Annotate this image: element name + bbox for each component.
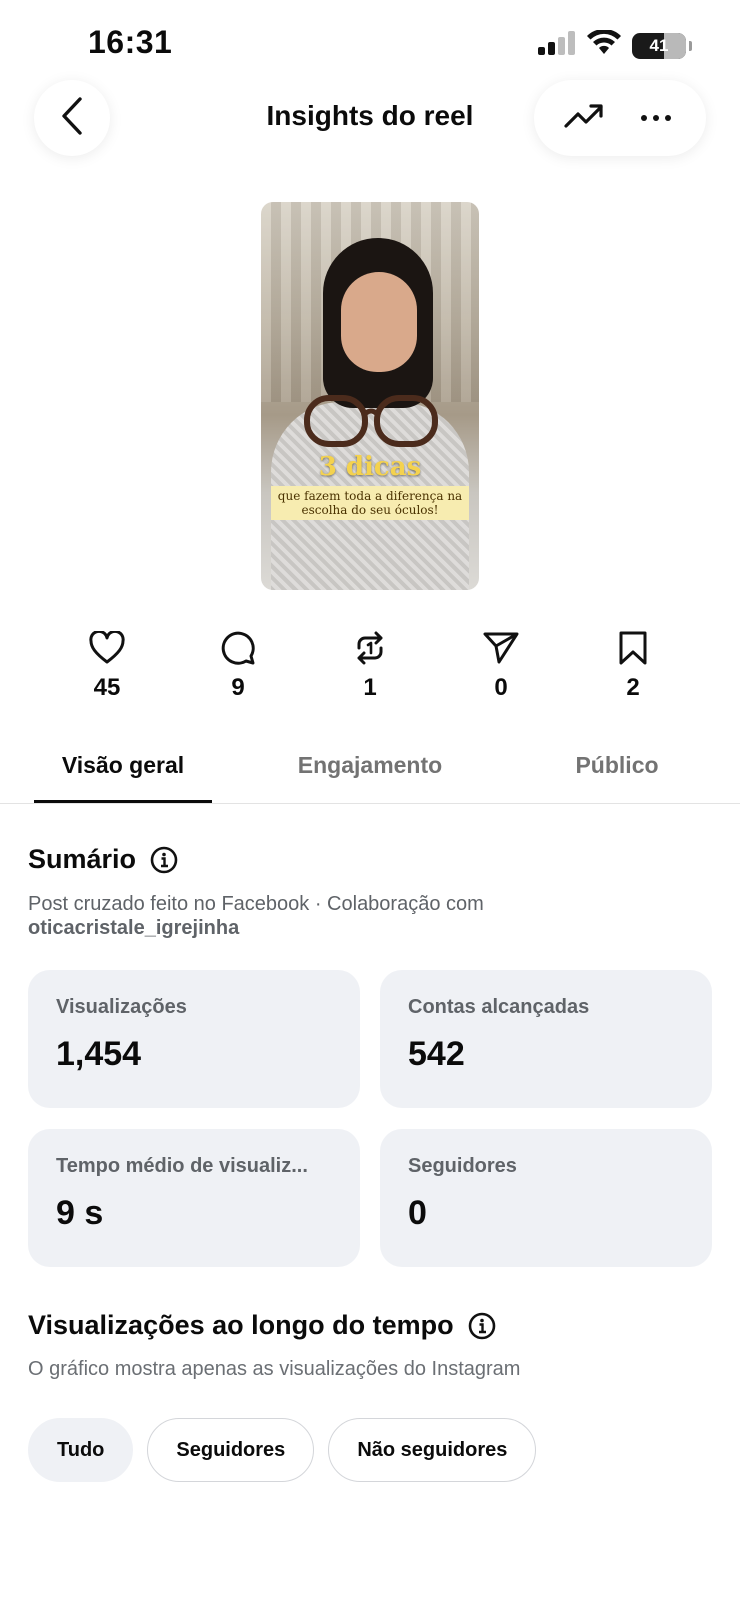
accounts-reached-label: Contas alcançadas [408,996,590,1018]
audience-filter-chips: Tudo Seguidores Não seguidores [28,1418,537,1482]
header: Insights do reel [0,80,740,160]
comments-count: 9 [231,674,245,701]
trending-button[interactable] [556,90,612,146]
avg-watch-time-value: 9 s [56,1194,104,1232]
status-icons: 41 [538,28,692,61]
tab-engagement[interactable]: Engajamento [262,752,478,779]
summary-title: Sumário [28,844,137,874]
saves-metric: 2 [593,628,673,702]
views-over-time-title: Visualizações ao longo do tempo [28,1310,454,1340]
repost-icon [330,628,410,668]
wifi-icon [586,28,622,61]
thumbnail-glasses [304,395,438,447]
filter-all-chip[interactable]: Tudo [28,1418,134,1482]
views-label: Visualizações [56,996,187,1018]
accounts-reached-card[interactable]: Contas alcançadas 542 [380,970,712,1108]
header-actions [534,80,706,156]
battery-icon: 41 [632,32,692,59]
likes-count: 45 [93,674,121,701]
reel-thumbnail[interactable]: 3 dicas que fazem toda a diferença na es… [261,202,479,590]
tab-overview[interactable]: Visão geral [34,752,212,779]
filter-followers-chip[interactable]: Seguidores [147,1418,315,1482]
info-icon[interactable] [468,1312,496,1340]
followers-label: Seguidores [408,1155,517,1177]
tab-audience[interactable]: Público [528,752,706,779]
saves-count: 2 [626,674,640,701]
status-time: 16:31 [88,24,173,60]
collaborator-handle[interactable]: oticacristale_igrejinha [28,916,484,940]
avg-watch-time-card[interactable]: Tempo médio de visualiz... 9 s [28,1129,360,1267]
cellular-signal-icon [538,31,576,60]
crosspost-note: Post cruzado feito no Facebook · Colabor… [28,893,484,915]
avg-watch-time-label: Tempo médio de visualiz... [56,1155,308,1177]
accounts-reached-value: 542 [408,1035,465,1073]
info-icon[interactable] [150,846,178,874]
followers-value: 0 [408,1194,427,1232]
thumbnail-headline: 3 dicas [318,452,422,482]
thumbnail-subline: que fazem toda a diferença na escolha do… [271,486,469,520]
more-horizontal-icon [640,109,672,127]
views-value: 1,454 [56,1035,142,1073]
status-bar: 16:31 41 [0,0,740,80]
comment-icon [198,628,278,668]
views-card[interactable]: Visualizações 1,454 [28,970,360,1108]
thumbnail-face [341,272,417,372]
engagement-metrics: 45 9 1 0 2 [0,628,740,718]
trending-up-icon [564,102,604,135]
active-tab-indicator [34,800,212,803]
summary-header: Sumário [28,844,178,875]
views-over-time-header: Visualizações ao longo do tempo [28,1310,496,1341]
comments-metric: 9 [198,628,278,702]
reposts-count: 1 [363,674,377,701]
insights-tabs: Visão geral Engajamento Público [0,740,740,804]
more-options-button[interactable] [628,90,684,146]
likes-metric: 45 [67,628,147,702]
summary-subtitle: Post cruzado feito no Facebook · Colabor… [28,892,484,940]
heart-icon [67,628,147,668]
filter-non-followers-chip[interactable]: Não seguidores [328,1418,537,1482]
views-over-time-subtitle: O gráfico mostra apenas as visualizações… [28,1358,521,1380]
reposts-metric: 1 [330,628,410,702]
shares-count: 0 [494,674,508,701]
shares-metric: 0 [461,628,541,702]
bookmark-icon [593,628,673,668]
share-icon [461,628,541,668]
battery-level: 41 [649,35,669,55]
followers-card[interactable]: Seguidores 0 [380,1129,712,1267]
